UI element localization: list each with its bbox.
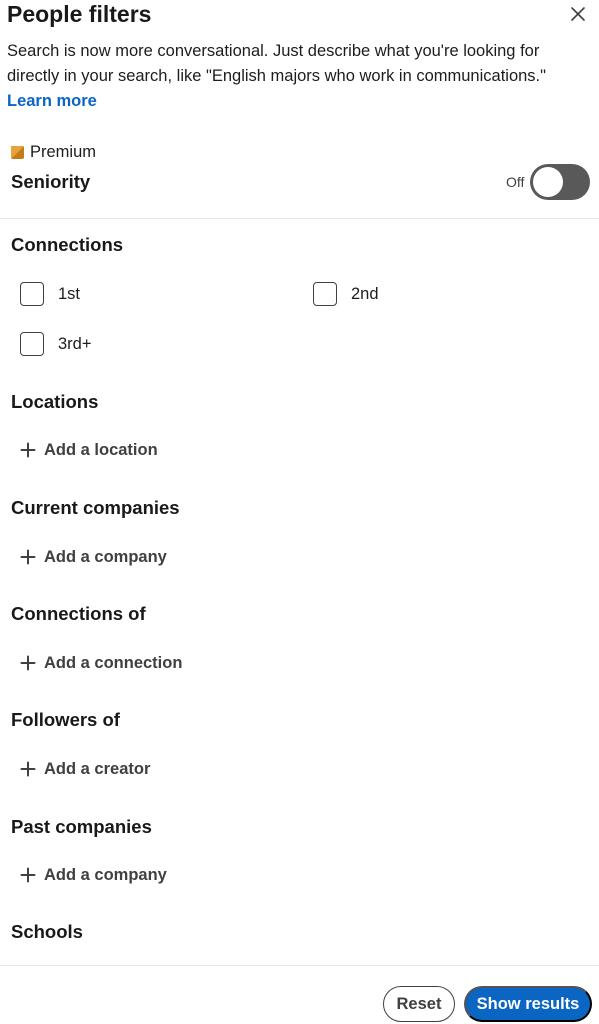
add-label: Add a location: [44, 440, 158, 459]
plus-icon: [20, 761, 36, 777]
add-current-company-button[interactable]: Add a company: [20, 544, 167, 570]
panel-header: People filters: [0, 0, 599, 36]
section-title-followers-of: Followers of: [11, 709, 120, 730]
plus-icon: [20, 867, 36, 883]
plus-icon: [20, 442, 36, 458]
section-title-connections-of: Connections of: [11, 603, 146, 624]
description-body: Search is now more conversational. Just …: [7, 42, 546, 85]
description-text: Search is now more conversational. Just …: [7, 39, 577, 114]
close-icon: [571, 7, 585, 21]
reset-button[interactable]: Reset: [383, 986, 455, 1022]
plus-icon: [20, 549, 36, 565]
premium-icon: [11, 145, 24, 159]
checkbox-1st[interactable]: 1st: [20, 280, 80, 308]
add-creator-button[interactable]: Add a creator: [20, 756, 150, 782]
seniority-toggle[interactable]: [530, 164, 591, 200]
seniority-toggle-group: Off: [506, 164, 591, 200]
add-past-company-button[interactable]: Add a company: [20, 862, 167, 888]
add-label: Add a connection: [44, 653, 183, 672]
seniority-label: Seniority: [11, 171, 91, 192]
section-title-connections: Connections: [11, 234, 124, 255]
checkbox-label: 3rd+: [58, 334, 92, 353]
section-title-locations: Locations: [11, 391, 99, 412]
checkbox-box[interactable]: [313, 282, 337, 306]
plus-icon: [20, 655, 36, 671]
page-title: People filters: [7, 1, 152, 27]
add-label: Add a company: [44, 865, 167, 884]
toggle-state-label: Off: [506, 174, 525, 190]
checkbox-3rd-plus[interactable]: 3rd+: [20, 330, 91, 358]
section-title-schools: Schools: [11, 921, 83, 942]
panel-footer: Reset Show results: [0, 966, 599, 1024]
add-location-button[interactable]: Add a location: [20, 437, 158, 463]
add-connection-button[interactable]: Add a connection: [20, 650, 182, 676]
learn-more-link[interactable]: Learn more: [7, 92, 97, 110]
divider: [0, 218, 599, 219]
toggle-knob: [533, 167, 564, 197]
show-results-button[interactable]: Show results: [464, 986, 592, 1022]
checkbox-label: 1st: [58, 284, 81, 303]
checkbox-box[interactable]: [20, 332, 44, 356]
premium-badge: Premium: [11, 141, 96, 163]
checkbox-box[interactable]: [20, 282, 44, 306]
section-title-past-companies: Past companies: [11, 816, 152, 837]
add-label: Add a creator: [44, 759, 151, 778]
checkbox-2nd[interactable]: 2nd: [313, 280, 379, 308]
section-title-current-companies: Current companies: [11, 497, 180, 518]
add-label: Add a company: [44, 547, 167, 566]
checkbox-label: 2nd: [351, 284, 379, 303]
premium-label: Premium: [30, 142, 97, 161]
close-button[interactable]: [566, 2, 590, 26]
